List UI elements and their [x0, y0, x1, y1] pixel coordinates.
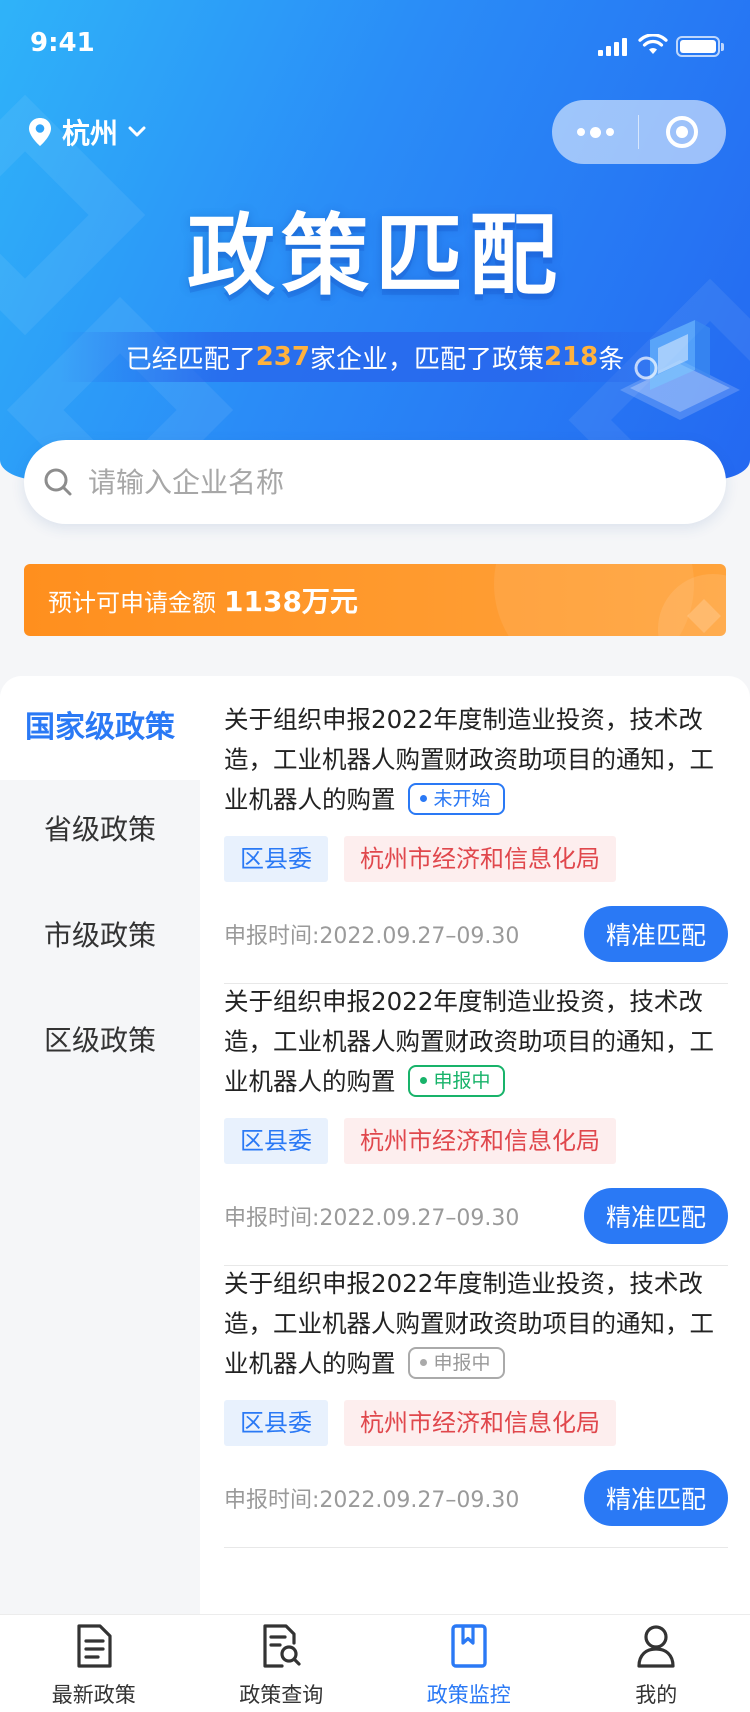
tab-label: 我的: [635, 1683, 678, 1707]
amount-value: 1138万元: [224, 585, 358, 618]
policy-tags: 区县委 杭州市经济和信息化局: [224, 836, 616, 882]
apply-time: 申报时间:2022.09.27–09.30: [224, 924, 520, 949]
sidebar-item-provincial[interactable]: 省级政策: [0, 800, 200, 860]
document-icon: [77, 1624, 112, 1668]
bottom-tab-bar: 最新政策 政策查询 政策监控 我的: [0, 1614, 750, 1712]
tab-label: 政策监控: [426, 1683, 511, 1707]
stats-prefix: 已经匹配了: [125, 344, 256, 375]
miniprogram-capsule: [552, 100, 726, 164]
tag-department: 区县委: [224, 836, 328, 882]
search-bar[interactable]: [24, 440, 726, 524]
enterprise-count: 237: [255, 342, 310, 372]
status-bar: 9:41: [0, 0, 750, 88]
stats-middle: 家企业，匹配了政策: [309, 344, 544, 375]
policy-card[interactable]: 关于组织申报2022年度制造业投资，技术改造，工业机器人购置财政资助项目的通知，…: [224, 676, 728, 984]
document-search-icon: [263, 1624, 301, 1668]
city-name: 杭州: [62, 117, 119, 150]
tag-organization: 杭州市经济和信息化局: [344, 836, 616, 882]
tag-organization: 杭州市经济和信息化局: [344, 1400, 616, 1446]
tab-label: 最新政策: [51, 1683, 136, 1707]
tab-latest-policy[interactable]: 最新政策: [0, 1615, 188, 1712]
policy-title-block: 关于组织申报2022年度制造业投资，技术改造，工业机器人购置财政资助项目的通知，…: [224, 700, 728, 820]
bookmark-book-icon: [451, 1624, 487, 1668]
wifi-icon: [638, 34, 668, 54]
precise-match-button[interactable]: 精准匹配: [584, 1188, 728, 1244]
policy-panel: 国家级政策 省级政策 市级政策 区级政策 关于组织申报2022年度制造业投资，技…: [0, 676, 750, 1614]
match-stats: 已经匹配了 237 家企业，匹配了政策 218 条: [60, 332, 690, 382]
policy-tags: 区县委 杭州市经济和信息化局: [224, 1400, 616, 1446]
tab-label: 政策查询: [239, 1683, 324, 1707]
close-miniprogram-icon[interactable]: [639, 100, 725, 164]
more-options-icon[interactable]: [552, 100, 638, 164]
apply-time: 申报时间:2022.09.27–09.30: [224, 1206, 520, 1231]
search-input[interactable]: [88, 465, 726, 499]
tag-organization: 杭州市经济和信息化局: [344, 1118, 616, 1164]
policy-card[interactable]: 关于组织申报2022年度制造业投资，技术改造，工业机器人购置财政资助项目的通知，…: [224, 958, 728, 1266]
isometric-illustration: [620, 320, 740, 420]
policy-title-block: 关于组织申报2022年度制造业投资，技术改造，工业机器人购置财政资助项目的通知，…: [224, 1264, 728, 1384]
policy-tags: 区县委 杭州市经济和信息化局: [224, 1118, 616, 1164]
city-selector[interactable]: 杭州: [28, 112, 146, 152]
policy-count: 218: [544, 342, 599, 372]
policy-level-sidebar: 省级政策 市级政策 区级政策: [0, 780, 200, 1614]
hero-header: 9:41 杭州 政策匹配 已经匹配了 237 家企业，匹配了政策 218 条: [0, 0, 750, 480]
estimated-amount-banner: 预计可申请金额 1138万元: [24, 564, 726, 636]
signal-icon: [598, 38, 630, 56]
status-badge: 申报中: [407, 1347, 505, 1379]
sidebar-item-district[interactable]: 区级政策: [0, 1011, 200, 1071]
sidebar-item-national[interactable]: 国家级政策: [0, 676, 200, 780]
status-badge: 申报中: [407, 1065, 505, 1097]
sidebar-item-city[interactable]: 市级政策: [0, 906, 200, 966]
tag-department: 区县委: [224, 1118, 328, 1164]
tag-department: 区县委: [224, 1400, 328, 1446]
policy-card[interactable]: 关于组织申报2022年度制造业投资，技术改造，工业机器人购置财政资助项目的通知，…: [224, 1240, 728, 1548]
user-icon: [637, 1625, 675, 1668]
policy-title-block: 关于组织申报2022年度制造业投资，技术改造，工业机器人购置财政资助项目的通知，…: [224, 982, 728, 1102]
location-pin-icon: [29, 118, 51, 146]
status-time: 9:41: [30, 28, 95, 58]
page-title: 政策匹配: [186, 204, 563, 307]
status-badge: 未开始: [407, 783, 505, 815]
apply-time: 申报时间:2022.09.27–09.30: [224, 1488, 520, 1513]
precise-match-button[interactable]: 精准匹配: [584, 906, 728, 962]
battery-icon: [676, 36, 724, 57]
tab-policy-monitor[interactable]: 政策监控: [375, 1615, 563, 1712]
chevron-down-icon: [128, 126, 146, 137]
precise-match-button[interactable]: 精准匹配: [584, 1470, 728, 1526]
search-icon: [44, 468, 72, 496]
tab-mine[interactable]: 我的: [563, 1615, 750, 1712]
tab-policy-search[interactable]: 政策查询: [188, 1615, 376, 1712]
amount-label: 预计可申请金额: [48, 588, 216, 617]
